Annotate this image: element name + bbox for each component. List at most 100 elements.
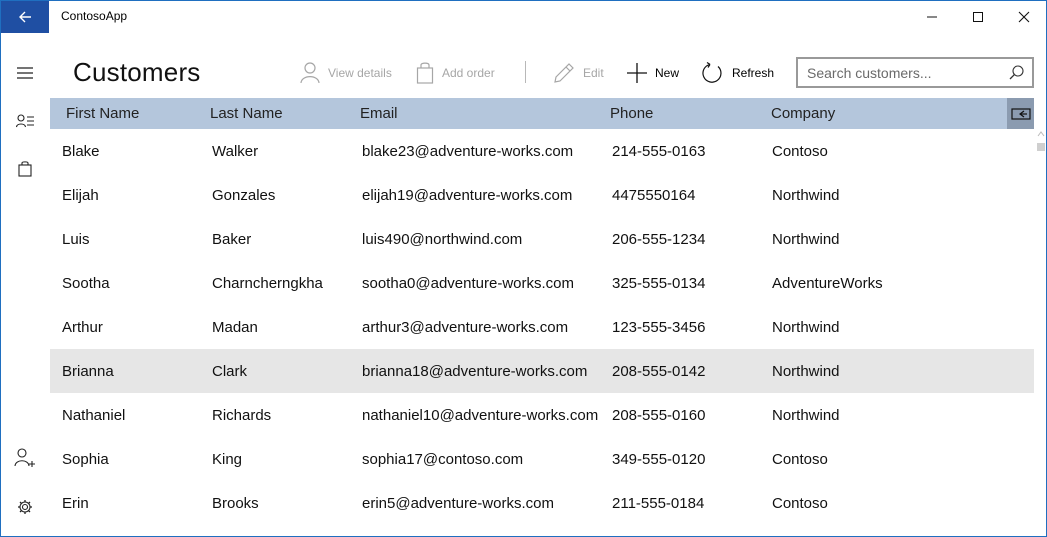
search-box [796, 57, 1034, 88]
table-row[interactable]: Sophia King sophia17@contoso.com 349-555… [50, 437, 1034, 481]
search-input[interactable] [798, 64, 998, 81]
cell-company: Contoso [772, 451, 828, 468]
plus-icon [627, 63, 647, 83]
back-button[interactable] [1, 1, 49, 33]
cell-phone: 208-555-0160 [612, 407, 706, 424]
cell-company: AdventureWorks [772, 275, 883, 292]
column-header-last-name[interactable]: Last Name [210, 105, 283, 122]
table-row[interactable]: Arthur Madan arthur3@adventure-works.com… [50, 305, 1034, 349]
search-icon[interactable] [1009, 65, 1024, 80]
refresh-label: Refresh [732, 66, 775, 80]
column-options-button[interactable] [1007, 98, 1034, 129]
table-row[interactable]: Blake Walker blake23@adventure-works.com… [50, 129, 1034, 173]
add-user-icon [14, 448, 35, 467]
shopping-bag-icon [416, 62, 434, 84]
table-row[interactable]: Nathaniel Richards nathaniel10@adventure… [50, 393, 1034, 437]
view-details-label: View details [328, 66, 392, 80]
nav-add-user[interactable] [1, 438, 49, 478]
cell-phone: 4475550164 [612, 187, 696, 204]
cell-phone: 214-555-0163 [612, 143, 706, 160]
cell-first-name: Luis [62, 231, 90, 248]
cell-last-name: Madan [212, 319, 258, 336]
cell-first-name: Arthur [62, 319, 103, 336]
nav-settings[interactable] [1, 487, 49, 527]
cell-last-name: Richards [212, 407, 272, 424]
app-window: ContosoApp Customers View details Add or… [0, 0, 1047, 537]
cell-first-name: Sophia [62, 451, 109, 468]
cell-first-name: Brianna [62, 363, 114, 380]
column-header-email[interactable]: Email [360, 105, 398, 122]
cell-company: Northwind [772, 231, 840, 248]
new-button[interactable]: New [627, 59, 679, 87]
cell-email: brianna18@adventure-works.com [362, 363, 588, 380]
minimize-button[interactable] [909, 1, 955, 33]
column-header-company[interactable]: Company [771, 105, 835, 122]
cell-first-name: Sootha [62, 275, 110, 292]
maximize-button[interactable] [955, 1, 1001, 33]
cell-company: Contoso [772, 495, 828, 512]
cell-email: sophia17@contoso.com [362, 451, 524, 468]
back-arrow-icon [19, 11, 31, 23]
cell-company: Contoso [772, 143, 828, 160]
scroll-up-arrow-icon[interactable] [1036, 129, 1046, 139]
table-row[interactable]: Sootha Charncherngkha sootha0@adventure-… [50, 261, 1034, 305]
customer-list-icon [16, 114, 34, 128]
cell-company: Northwind [772, 363, 840, 380]
table-row[interactable]: Elijah Gonzales elijah19@adventure-works… [50, 173, 1034, 217]
customer-grid-rows: Blake Walker blake23@adventure-works.com… [50, 129, 1034, 525]
scrollbar-thumb[interactable] [1037, 143, 1045, 151]
cell-email: elijah19@adventure-works.com [362, 187, 573, 204]
cell-email: nathaniel10@adventure-works.com [362, 407, 599, 424]
new-label: New [655, 66, 680, 80]
view-details-button[interactable]: View details [300, 59, 392, 87]
column-header-phone[interactable]: Phone [610, 105, 653, 122]
cell-company: Northwind [772, 319, 840, 336]
edit-button[interactable]: Edit [553, 59, 604, 87]
column-header-first-name[interactable]: First Name [66, 105, 139, 122]
cell-last-name: Gonzales [212, 187, 276, 204]
close-icon [1018, 11, 1030, 23]
cell-company: Northwind [772, 187, 840, 204]
cell-email: erin5@adventure-works.com [362, 495, 554, 512]
cell-phone: 208-555-0142 [612, 363, 706, 380]
refresh-button[interactable]: Refresh [702, 59, 774, 87]
cell-last-name: King [212, 451, 243, 468]
cell-first-name: Elijah [62, 187, 99, 204]
close-button[interactable] [1001, 1, 1046, 33]
nav-rail [1, 33, 49, 536]
table-row[interactable]: Luis Baker luis490@northwind.com 206-555… [50, 217, 1034, 261]
nav-orders[interactable] [1, 149, 49, 189]
edit-label: Edit [583, 66, 604, 80]
cell-phone: 211-555-0184 [612, 495, 705, 512]
cell-company: Northwind [772, 407, 840, 424]
cell-first-name: Blake [62, 143, 100, 160]
vertical-scrollbar[interactable] [1035, 129, 1046, 536]
add-order-label: Add order [442, 66, 495, 80]
add-order-button[interactable]: Add order [416, 59, 495, 87]
cell-first-name: Erin [62, 495, 89, 512]
cell-last-name: Baker [212, 231, 252, 248]
cell-email: arthur3@adventure-works.com [362, 319, 569, 336]
cell-email: sootha0@adventure-works.com [362, 275, 574, 292]
table-row[interactable]: Erin Brooks erin5@adventure-works.com 21… [50, 481, 1034, 525]
settings-gear-icon [18, 500, 32, 514]
column-toggle-icon [1010, 107, 1031, 120]
cell-phone: 325-555-0134 [612, 275, 706, 292]
pencil-icon [554, 63, 574, 83]
cell-phone: 123-555-3456 [612, 319, 706, 336]
table-row-selected[interactable]: Brianna Clark brianna18@adventure-works.… [50, 349, 1034, 393]
cell-last-name: Charncherngkha [212, 275, 323, 292]
hamburger-menu-button[interactable] [1, 53, 49, 93]
grid-header: First Name Last Name Email Phone Company [50, 98, 1007, 129]
toolbar-separator [525, 61, 526, 83]
app-title: ContosoApp [61, 9, 128, 23]
cell-email: luis490@northwind.com [362, 231, 523, 248]
cell-phone: 206-555-1234 [612, 231, 706, 248]
nav-customers[interactable] [1, 101, 49, 141]
cell-last-name: Walker [212, 143, 259, 160]
maximize-icon [973, 12, 983, 22]
minimize-icon [927, 16, 937, 18]
cell-email: blake23@adventure-works.com [362, 143, 574, 160]
cell-first-name: Nathaniel [62, 407, 126, 424]
person-icon [300, 62, 320, 84]
